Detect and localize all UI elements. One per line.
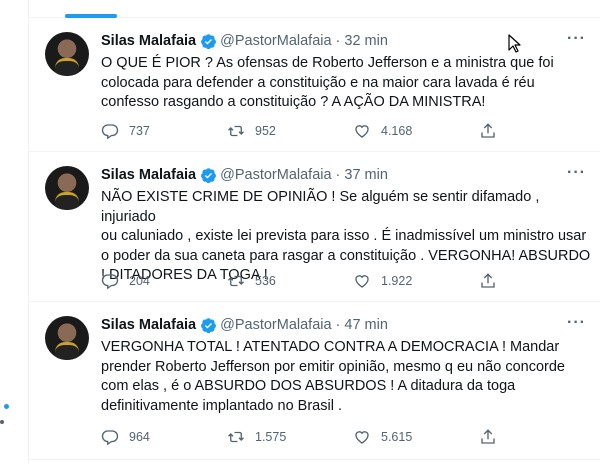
- reply-button[interactable]: 204: [101, 272, 227, 290]
- avatar[interactable]: [45, 32, 89, 76]
- tweet-text-line: ou caluniado , existe lei prevista para …: [101, 228, 587, 244]
- author-name[interactable]: Silas Malafaia: [101, 31, 196, 51]
- share-button[interactable]: [479, 272, 507, 290]
- tweet-header: Silas Malafaia @PastorMalafaia · 47 min: [101, 314, 584, 336]
- reply-icon: [101, 274, 119, 290]
- share-button[interactable]: [479, 122, 507, 140]
- tweet-actions: 204 536 1.922: [101, 272, 540, 290]
- menu-dot: [0, 420, 4, 424]
- tweet-text: VERGONHA TOTAL ! ATENTADO CONTRA A DEMOC…: [101, 338, 591, 416]
- tweet[interactable]: Silas Malafaia @PastorMalafaia · 37 min …: [29, 152, 600, 302]
- avatar[interactable]: [45, 316, 89, 360]
- tweet[interactable]: Silas Malafaia @PastorMalafaia · 47 min …: [29, 302, 600, 460]
- reply-icon: [101, 430, 119, 446]
- author-handle[interactable]: @PastorMalafaia: [220, 315, 331, 335]
- like-count: 5.615: [381, 430, 413, 444]
- retweet-icon: [228, 431, 244, 443]
- tweet-actions: 964 1.575 5.615: [101, 428, 540, 446]
- tweet-text-line: com elas , é o ABSURDO DOS ABSURDOS ! A …: [101, 378, 516, 394]
- tweet-text-line: prender Roberto Jefferson por emitir opi…: [101, 358, 565, 375]
- retweet-count: 1.575: [255, 430, 287, 444]
- like-icon: [355, 431, 369, 444]
- retweet-button[interactable]: 1.575: [227, 428, 353, 446]
- timeline: Silas Malafaia @PastorMalafaia · 32 min …: [28, 0, 600, 464]
- like-count: 4.168: [381, 124, 413, 138]
- more-icon[interactable]: ···: [567, 30, 586, 48]
- like-count: 1.922: [381, 274, 413, 288]
- separator: ·: [335, 167, 341, 183]
- share-icon: [481, 273, 495, 288]
- tab-strip: [29, 0, 600, 18]
- retweet-count: 536: [255, 274, 276, 288]
- tweet-actions: 737 952 4.168: [101, 122, 540, 140]
- author-handle[interactable]: @PastorMalafaia: [220, 165, 331, 185]
- tweet-text-line: confesso rasgando a constituição ? A AÇÃ…: [101, 94, 486, 110]
- tweet-text-line: O QUE É PIOR ? As ofensas de Roberto Jef…: [101, 55, 554, 71]
- retweet-button[interactable]: 952: [227, 122, 353, 140]
- retweet-icon: [228, 125, 244, 137]
- like-button[interactable]: 4.168: [353, 122, 479, 140]
- more-icon[interactable]: ···: [567, 164, 586, 182]
- reply-button[interactable]: 737: [101, 122, 227, 140]
- retweet-count: 952: [255, 124, 276, 138]
- verified-badge-icon: [201, 167, 217, 183]
- reply-icon: [101, 124, 119, 140]
- reply-count: 964: [129, 430, 150, 444]
- verified-badge-icon: [201, 33, 217, 49]
- like-icon: [355, 275, 369, 288]
- tweet-text: O QUE É PIOR ? As ofensas de Roberto Jef…: [101, 54, 591, 113]
- share-icon: [481, 123, 495, 138]
- retweet-button[interactable]: 536: [227, 272, 353, 290]
- author-name[interactable]: Silas Malafaia: [101, 315, 196, 335]
- tweet-text: NÃO EXISTE CRIME DE OPINIÃO ! Se alguém …: [101, 188, 591, 286]
- like-icon: [355, 125, 369, 138]
- tweet-text-line: VERGONHA TOTAL ! ATENTADO CONTRA A DEMOC…: [101, 339, 560, 355]
- like-button[interactable]: 1.922: [353, 272, 479, 290]
- tweet-text-line: o poder da sua caneta para rasgar a cons…: [101, 247, 591, 264]
- mouse-cursor-icon: [508, 34, 521, 53]
- author-handle[interactable]: @PastorMalafaia: [220, 31, 331, 51]
- reply-count: 204: [129, 274, 150, 288]
- reply-button[interactable]: 964: [101, 428, 227, 446]
- avatar[interactable]: [45, 166, 89, 210]
- tweet-header: Silas Malafaia @PastorMalafaia · 37 min: [101, 164, 584, 186]
- tweet-text-line: colocada para defender a constituição e …: [101, 74, 535, 91]
- reply-count: 737: [129, 124, 150, 138]
- separator: ·: [335, 33, 341, 49]
- retweet-icon: [228, 275, 244, 287]
- tweet-text-line: definitivamente implantado no Brasil .: [101, 397, 342, 414]
- share-button[interactable]: [479, 428, 507, 446]
- like-button[interactable]: 5.615: [353, 428, 479, 446]
- tweet-text-line: NÃO EXISTE CRIME DE OPINIÃO ! Se alguém …: [101, 189, 540, 225]
- share-icon: [481, 429, 495, 444]
- more-icon[interactable]: ···: [567, 314, 586, 332]
- verified-badge-icon: [201, 317, 217, 333]
- timestamp[interactable]: 37 min: [344, 165, 388, 185]
- timestamp[interactable]: 32 min: [344, 31, 388, 51]
- left-sidebar-edge: [0, 0, 28, 464]
- notification-dot: [4, 404, 9, 409]
- separator: ·: [335, 317, 341, 333]
- author-name[interactable]: Silas Malafaia: [101, 165, 196, 185]
- timestamp[interactable]: 47 min: [344, 315, 388, 335]
